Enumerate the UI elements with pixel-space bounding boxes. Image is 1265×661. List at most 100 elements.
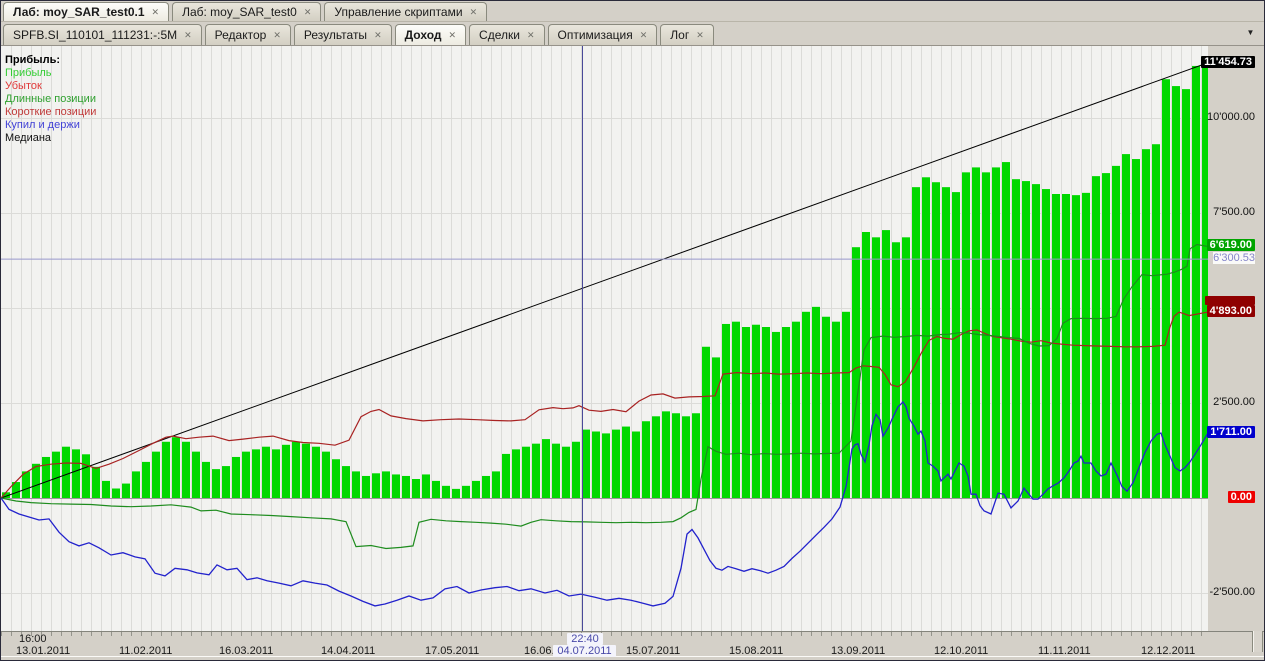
profit-bar	[212, 469, 220, 498]
lab-tab-2[interactable]: Управление скриптами ✕	[324, 2, 488, 21]
profit-bar	[492, 471, 500, 498]
profit-bar	[412, 479, 420, 498]
profit-bar	[172, 437, 180, 498]
doc-tab-label: Лог	[670, 27, 690, 42]
profit-bar	[392, 474, 400, 498]
legend-title: Прибыль:	[5, 54, 60, 66]
legend-item-1: Убыток	[5, 80, 42, 92]
tab-close-icon[interactable]: ✕	[527, 30, 535, 40]
tab-close-icon[interactable]: ✕	[184, 30, 192, 40]
legend-item-2: Длинные позиции	[5, 93, 96, 105]
x-axis-date-label: 12.10.2011	[934, 645, 989, 657]
doc-tab-6[interactable]: Лог ✕	[660, 24, 714, 45]
profit-bar	[162, 441, 170, 498]
profit-bar	[352, 471, 360, 498]
lab-tab-label: Лаб: moy_SAR_test0.1	[13, 4, 145, 19]
profit-bar	[132, 471, 140, 498]
tab-close-icon[interactable]: ✕	[152, 7, 160, 17]
profit-bar	[1122, 154, 1130, 498]
x-axis-date-label: 15.07.2011	[626, 645, 681, 657]
doc-tab-4[interactable]: Сделки ✕	[469, 24, 545, 45]
profit-bar	[102, 480, 110, 498]
profit-bar	[472, 480, 480, 498]
profit-bar	[632, 431, 640, 498]
profit-bar	[1042, 189, 1050, 498]
profit-bar	[222, 466, 230, 498]
x-axis-time-label: 16:00	[19, 633, 47, 645]
x-axis-date-label: 12.12.2011	[1141, 645, 1196, 657]
tab-close-icon[interactable]: ✕	[449, 30, 457, 40]
profit-bar	[1092, 176, 1100, 498]
x-axis-date-label: 11.02.2011	[119, 645, 173, 657]
tab-close-icon[interactable]: ✕	[470, 7, 478, 17]
profit-bar	[972, 167, 980, 498]
profit-bar	[342, 466, 350, 498]
profit-bar	[812, 306, 820, 498]
legend-item-5: Медиана	[5, 132, 52, 144]
profit-bar	[1162, 79, 1170, 499]
profit-bar	[1152, 144, 1160, 498]
profit-bar	[462, 485, 470, 498]
profit-bar	[282, 444, 290, 498]
profit-bar	[622, 426, 630, 498]
profit-bar	[382, 471, 390, 498]
y-axis-value-box: 6'619.00	[1206, 239, 1255, 252]
profit-bar	[432, 480, 440, 498]
profit-bar	[22, 471, 30, 498]
profit-bar	[302, 443, 310, 498]
x-axis-date-label: 17.05.2011	[425, 645, 480, 657]
profit-bar	[442, 485, 450, 498]
profit-chart[interactable]	[1, 46, 1208, 631]
profit-bar	[192, 451, 200, 498]
doc-tab-label: SPFB.SI_110101_111231:-:5M	[13, 27, 178, 42]
profit-bar	[932, 182, 940, 498]
doc-tab-label: Оптимизация	[557, 27, 633, 42]
profit-bar	[722, 323, 730, 498]
x-axis-date-label: 16.03.2011	[219, 645, 274, 657]
profit-bar	[262, 446, 270, 498]
y-axis-label: 2'500.00	[1213, 396, 1255, 408]
lab-tab-1[interactable]: Лаб: moy_SAR_test0 ✕	[172, 2, 322, 21]
profit-bar	[202, 461, 210, 498]
trading-lab-window: Лаб: moy_SAR_test0.1 ✕ Лаб: moy_SAR_test0 ✕…	[0, 0, 1265, 661]
profit-bar	[692, 413, 700, 498]
profit-bar	[42, 456, 50, 498]
document-tabbar: SPFB.SI_110101_111231:-:5M ✕ Редактор ✕ Резу…	[1, 22, 1264, 46]
profit-bar	[1072, 195, 1080, 498]
doc-tab-label: Доход	[404, 27, 442, 42]
profit-bar	[1112, 165, 1120, 498]
tab-close-icon[interactable]: ✕	[696, 30, 704, 40]
profit-bar	[62, 446, 70, 498]
profit-bar	[52, 451, 60, 498]
profit-bar	[452, 488, 460, 498]
profit-bar	[542, 439, 550, 498]
profit-bar	[702, 346, 710, 498]
profit-bar	[552, 443, 560, 498]
tab-close-icon[interactable]: ✕	[304, 7, 312, 17]
tab-close-icon[interactable]: ✕	[273, 30, 281, 40]
doc-tab-3[interactable]: Доход ✕	[394, 24, 467, 45]
profit-bar	[1172, 86, 1180, 498]
legend-item-4: Купил и держи	[5, 119, 80, 131]
profit-bar	[122, 483, 130, 498]
x-axis-date-label: 11.11.2011	[1038, 645, 1091, 657]
tab-close-icon[interactable]: ✕	[374, 30, 382, 40]
x-axis-date-label: 15.08.2011	[729, 645, 784, 657]
y-axis-label: 7'500.00	[1213, 206, 1255, 218]
doc-tab-label: Сделки	[479, 27, 520, 42]
tab-close-icon[interactable]: ✕	[640, 30, 648, 40]
profit-bar	[1052, 194, 1060, 498]
doc-tab-5[interactable]: Оптимизация ✕	[547, 24, 658, 45]
profit-bar	[772, 331, 780, 498]
doc-tab-0[interactable]: SPFB.SI_110101_111231:-:5M ✕	[3, 24, 202, 45]
tab-list-dropdown-button[interactable]: ▼	[1242, 26, 1259, 40]
doc-tab-1[interactable]: Редактор ✕	[204, 24, 291, 45]
y-axis-value-box: 0.00	[1227, 491, 1255, 503]
profit-bar	[252, 449, 260, 498]
y-axis-label: -2'500.00	[1209, 586, 1255, 598]
profit-bar	[902, 237, 910, 498]
lab-tab-0[interactable]: Лаб: moy_SAR_test0.1 ✕	[3, 2, 170, 21]
y-axis-value-box: 11'454.73	[1201, 55, 1255, 68]
doc-tab-2[interactable]: Результаты ✕	[293, 24, 392, 45]
profit-bar	[562, 446, 570, 498]
